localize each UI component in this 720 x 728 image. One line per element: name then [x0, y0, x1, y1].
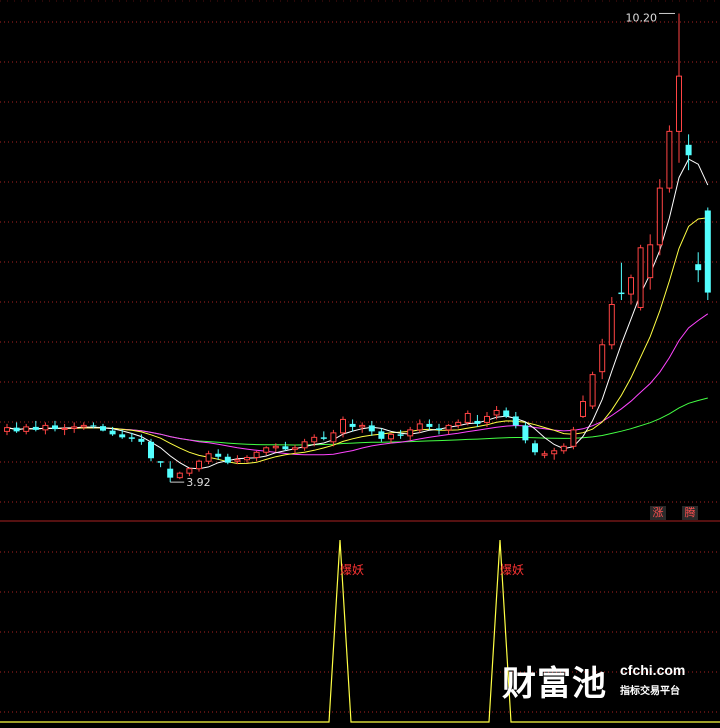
candle-down: [368, 425, 375, 432]
candle-up: [551, 450, 558, 455]
watermark-brand: 财富池: [502, 664, 607, 704]
candle-down: [695, 264, 702, 271]
candle-up: [61, 427, 68, 430]
candle-up: [599, 344, 606, 373]
candle-up: [484, 415, 490, 423]
candle-down: [685, 144, 692, 156]
candle-up: [359, 424, 366, 428]
candle-down: [512, 416, 519, 426]
candle-up: [589, 374, 596, 407]
watermark-site: cfchi.com: [620, 662, 686, 678]
candle-up: [407, 429, 414, 437]
candle-up: [196, 460, 202, 470]
candle-up: [580, 401, 586, 417]
candle-down: [282, 446, 289, 450]
candle-down: [532, 443, 538, 453]
signal-label: 爆妖: [500, 563, 524, 577]
candle-down: [503, 410, 510, 417]
candle-down: [128, 437, 135, 439]
candle-up: [560, 445, 567, 452]
badge-zhang: 涨: [650, 506, 666, 520]
candle-down: [109, 430, 116, 435]
candle-up: [541, 453, 548, 456]
candle-down: [119, 434, 126, 438]
candle-down: [426, 423, 433, 427]
candle-down: [378, 431, 385, 439]
candle-down: [215, 453, 222, 457]
candle-down: [167, 468, 174, 478]
candle-up: [647, 244, 654, 279]
candle-up: [493, 409, 500, 416]
candle-down: [52, 425, 58, 430]
candle-up: [263, 447, 270, 453]
candle-up: [388, 433, 394, 440]
candle-down: [100, 426, 106, 431]
candle-up: [301, 441, 308, 449]
stock-chart: 10.20 3.92 爆妖 爆妖: [0, 0, 720, 723]
candle-up: [176, 472, 183, 479]
candle-down: [13, 427, 20, 432]
candle-up: [666, 130, 673, 189]
candle-up: [272, 445, 279, 449]
candle-up: [186, 468, 193, 474]
candle-up: [234, 459, 241, 462]
watermark-tagline: 指标交易平台: [620, 686, 680, 697]
candle-up: [455, 421, 462, 426]
candle-up: [340, 418, 346, 434]
candle-up: [253, 451, 260, 458]
candle-down: [148, 441, 154, 459]
watermark-logo: 财富池 cfchi.com 指标交易平台: [502, 656, 702, 706]
candle-up: [205, 453, 212, 462]
candle-down: [474, 420, 481, 424]
candle-up: [292, 447, 298, 450]
candle-up: [628, 277, 634, 295]
candle-up: [637, 247, 644, 308]
candle-up: [311, 436, 318, 443]
signal-label: 爆妖: [340, 563, 364, 577]
candle-down: [522, 425, 529, 441]
candle-up: [656, 187, 663, 246]
chart-stage: 10.20 3.92 爆妖 爆妖 涨 腾 财富池 cfchi.com 指标交易平台: [0, 0, 720, 728]
candle-up: [570, 429, 577, 447]
candle-down: [320, 437, 327, 439]
candle-up: [4, 427, 10, 432]
candle-up: [244, 456, 250, 461]
candle-up: [445, 424, 452, 431]
candle-down: [349, 423, 356, 427]
candle-down: [224, 456, 231, 463]
candle-down: [90, 425, 97, 427]
candle-down: [397, 434, 404, 436]
candle-up: [80, 424, 87, 428]
candle-down: [436, 428, 442, 430]
badge-teng: 腾: [682, 506, 698, 520]
low-label: 3.92: [186, 476, 211, 489]
candle-down: [618, 292, 625, 295]
candle-up: [608, 304, 615, 346]
candle-up: [464, 412, 471, 423]
candle-up: [330, 432, 337, 443]
candle-up: [71, 426, 78, 429]
candle-up: [42, 424, 49, 431]
candle-up: [676, 75, 682, 132]
candle-down: [138, 438, 145, 442]
high-label: 10.20: [626, 11, 658, 24]
candle-up: [416, 423, 423, 431]
candle-down: [157, 461, 164, 463]
candle-down: [32, 426, 39, 430]
candle-up: [23, 426, 30, 432]
candle-down: [704, 210, 711, 293]
